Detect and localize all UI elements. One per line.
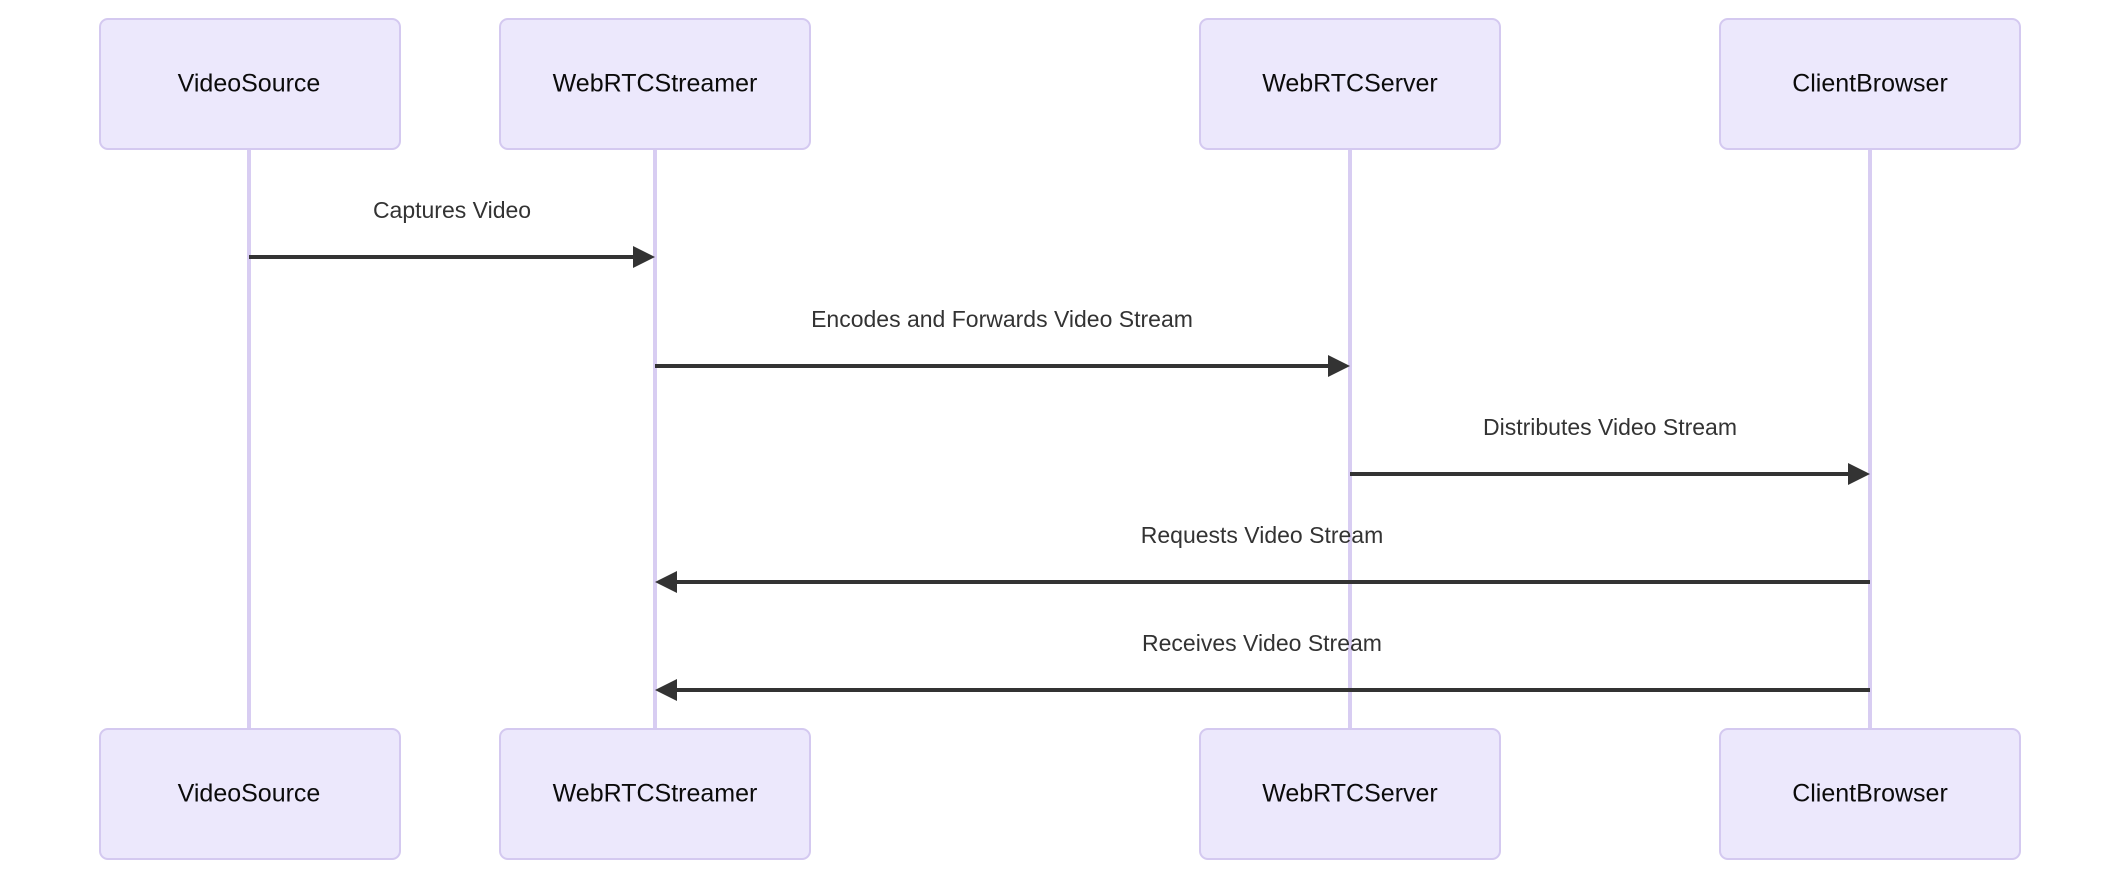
message-arrowhead [655,679,677,701]
messages-layer: Captures Video Encodes and Forwards Video… [249,197,1870,701]
sequence-diagram-canvas: Captures Video Encodes and Forwards Video… [99,18,2021,860]
message-arrowhead [1848,463,1870,485]
message-5: Receives Video Stream [655,630,1870,701]
participant-bottom-webrtcserver[interactable]: WebRTCServer [1199,728,1501,860]
participant-top-webrtcstreamer[interactable]: WebRTCStreamer [499,18,811,150]
participant-bottom-clientbrowser[interactable]: ClientBrowser [1719,728,2021,860]
message-label: Encodes and Forwards Video Stream [811,306,1193,332]
message-4: Requests Video Stream [655,522,1870,593]
participant-top-webrtcserver[interactable]: WebRTCServer [1199,18,1501,150]
participant-label: VideoSource [178,70,321,98]
participant-label: ClientBrowser [1792,780,1948,808]
sequence-diagram: Captures Video Encodes and Forwards Video… [0,0,2120,882]
participant-top-clientbrowser[interactable]: ClientBrowser [1719,18,2021,150]
participant-label: WebRTCServer [1262,70,1438,98]
participant-label: WebRTCStreamer [553,70,758,98]
message-label: Distributes Video Stream [1483,414,1737,440]
participant-label: WebRTCServer [1262,780,1438,808]
message-1: Captures Video [249,197,655,268]
message-label: Captures Video [373,197,531,223]
message-label: Receives Video Stream [1142,630,1382,656]
message-3: Distributes Video Stream [1350,414,1870,485]
message-label: Requests Video Stream [1141,522,1384,548]
participant-top-videosource[interactable]: VideoSource [99,18,401,150]
message-arrowhead [655,571,677,593]
participant-bottom-webrtcstreamer[interactable]: WebRTCStreamer [499,728,811,860]
bottom-participant-boxes: VideoSource WebRTCStreamer WebRTCServer Cli… [99,728,2021,860]
participant-bottom-videosource[interactable]: VideoSource [99,728,401,860]
participant-label: WebRTCStreamer [553,780,758,808]
top-participant-boxes: VideoSource WebRTCStreamer WebRTCServer Cli… [99,18,2021,150]
message-arrowhead [1328,355,1350,377]
participant-label: ClientBrowser [1792,70,1948,98]
participant-label: VideoSource [178,780,321,808]
message-2: Encodes and Forwards Video Stream [655,306,1350,377]
message-arrowhead [633,246,655,268]
